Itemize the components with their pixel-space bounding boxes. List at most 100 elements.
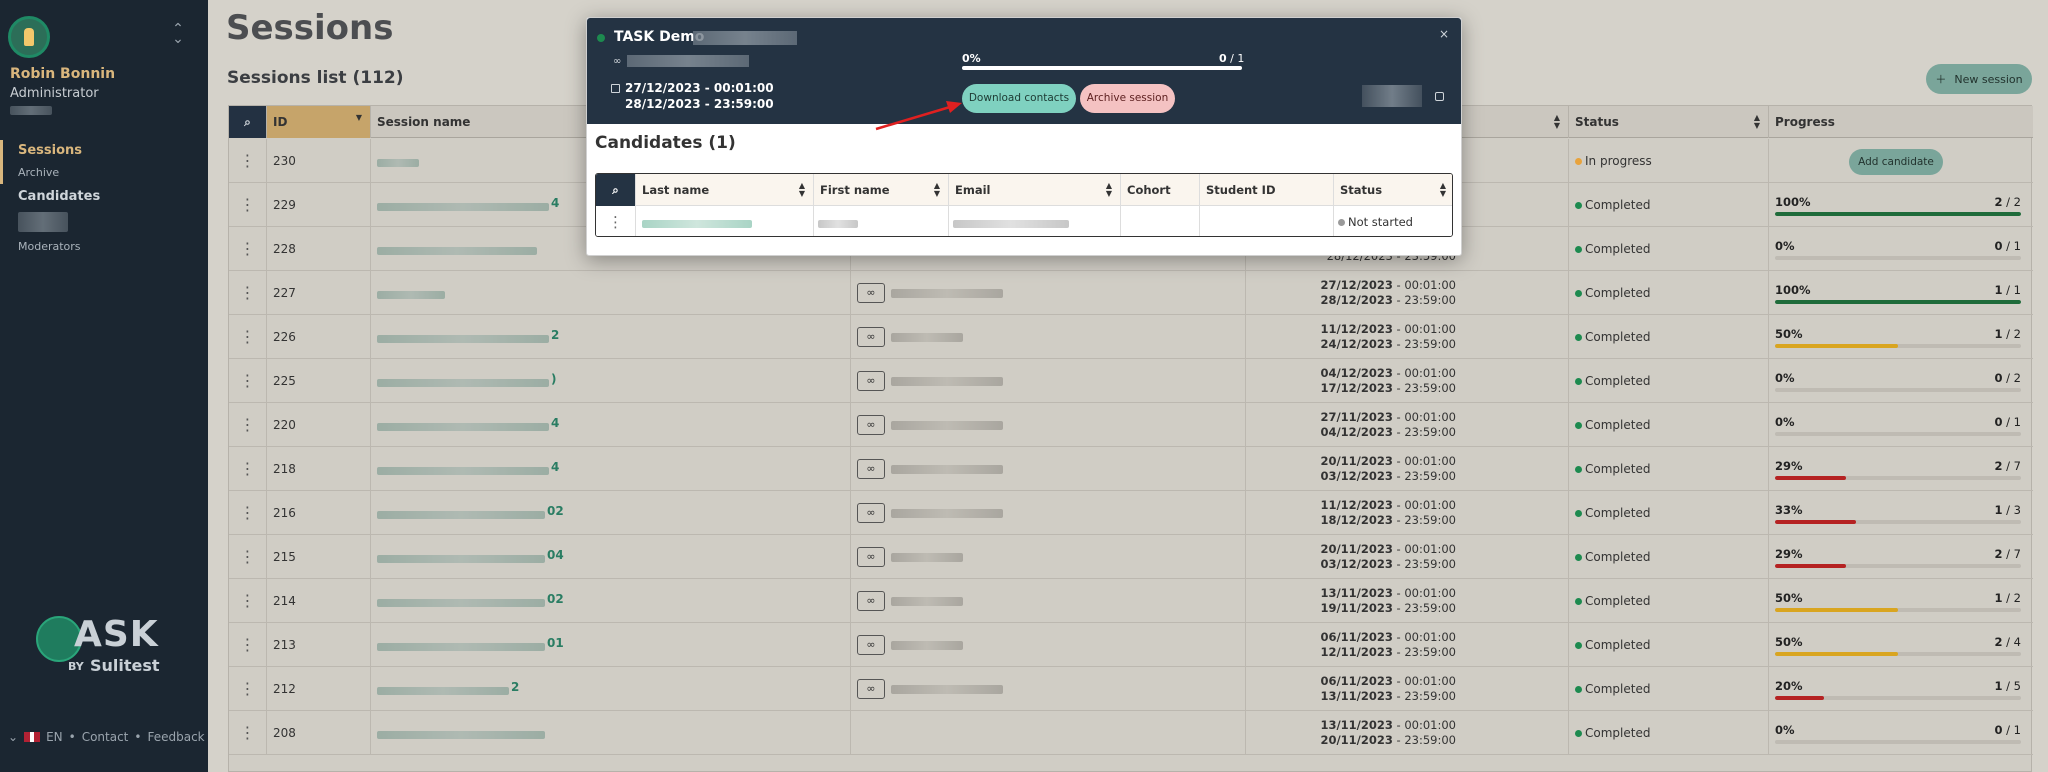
progress-total: 2 xyxy=(2013,371,2021,385)
session-status: Completed xyxy=(1569,491,1769,535)
nav-archive[interactable]: Archive xyxy=(18,166,59,179)
session-name[interactable]: 2 xyxy=(371,315,851,359)
session-name[interactable]: 4 xyxy=(371,447,851,491)
table-row[interactable]: ⋮ 226 2 ∞ 11/12/2023 - 00:01:00 24/12/2023 - … xyxy=(229,315,2033,359)
org-logo-icon[interactable] xyxy=(8,16,50,58)
candidates-title: Candidates (1) xyxy=(595,133,736,153)
nav-moderators[interactable]: Moderators xyxy=(18,240,81,253)
column-status[interactable]: Status ▲ ▼ xyxy=(1569,106,1769,138)
table-row[interactable]: ⋮ 218 4 ∞ 20/11/2023 - 00:01:00 03/12/2023 - … xyxy=(229,447,2033,491)
column-cohort-label: Cohort xyxy=(1127,183,1171,197)
nav-candidates[interactable]: Candidates xyxy=(18,189,100,204)
session-progress: 50% 2 / 4 xyxy=(1769,623,2033,667)
chevron-down-icon[interactable]: ⌄ xyxy=(8,730,18,744)
session-dates: 13/11/2023 - 00:01:00 19/11/2023 - 23:59:… xyxy=(1246,579,1569,623)
row-menu-icon[interactable]: ⋮ xyxy=(229,711,267,755)
sort-icon[interactable]: ▲ ▼ xyxy=(934,174,940,198)
table-row[interactable]: ⋮ 216 02 ∞ 11/12/2023 - 00:01:00 18/12/2023 -… xyxy=(229,491,2033,535)
candidate-row[interactable]: ⋮ Not started xyxy=(596,206,1452,236)
session-name[interactable]: 02 xyxy=(371,579,851,623)
row-menu-icon[interactable]: ⋮ xyxy=(229,491,267,535)
search-icon[interactable]: ⌕ xyxy=(596,174,636,206)
end-time: 23:59:00 xyxy=(1404,337,1456,351)
add-candidate-button[interactable]: Add candidate xyxy=(1849,149,1943,175)
row-menu-icon[interactable]: ⋮ xyxy=(229,623,267,667)
sort-icon[interactable]: ▲ ▼ xyxy=(1440,174,1446,198)
column-cohort[interactable]: Cohort xyxy=(1121,174,1200,206)
table-row[interactable]: ⋮ 227 ∞ 27/12/2023 - 00:01:00 28/12/2023 - 2… xyxy=(229,271,2033,315)
table-row[interactable]: ⋮ 213 01 ∞ 06/11/2023 - 00:01:00 12/11/2023 -… xyxy=(229,623,2033,667)
row-menu-icon[interactable]: ⋮ xyxy=(229,183,267,227)
column-student-id[interactable]: Student ID xyxy=(1200,174,1334,206)
session-name[interactable]: 02 xyxy=(371,491,851,535)
redacted-session-name xyxy=(377,599,545,607)
column-first-name[interactable]: First name ▲ ▼ xyxy=(814,174,949,206)
column-last-name[interactable]: Last name ▲ ▼ xyxy=(636,174,814,206)
status-label: Completed xyxy=(1585,726,1651,740)
separator: • xyxy=(134,730,142,744)
session-name[interactable]: 2 xyxy=(371,667,851,711)
table-row[interactable]: ⋮ 208 13/11/2023 - 00:01:00 20/11/2023 - 23… xyxy=(229,711,2033,755)
language-selector[interactable]: EN xyxy=(46,730,63,744)
redacted-nav-item[interactable] xyxy=(18,212,68,232)
end-date: 13/11/2023 xyxy=(1320,689,1393,703)
sort-icon[interactable]: ▲ ▼ xyxy=(1106,174,1112,198)
sort-desc-icon[interactable]: ▼ xyxy=(356,106,362,122)
session-name[interactable]: ) xyxy=(371,359,851,403)
row-menu-icon[interactable]: ⋮ xyxy=(229,447,267,491)
session-name[interactable]: 01 xyxy=(371,623,851,667)
row-menu-icon[interactable]: ⋮ xyxy=(229,403,267,447)
uk-flag-icon[interactable] xyxy=(24,732,41,742)
copy-icon[interactable] xyxy=(1435,92,1444,101)
logo-brand: Sulitest xyxy=(90,656,160,675)
table-row[interactable]: ⋮ 220 4 ∞ 27/11/2023 - 00:01:00 04/12/2023 - … xyxy=(229,403,2033,447)
status-dot xyxy=(1575,158,1582,165)
close-icon[interactable]: × xyxy=(1439,27,1449,41)
row-menu-icon[interactable]: ⋮ xyxy=(229,315,267,359)
row-menu-icon[interactable]: ⋮ xyxy=(229,535,267,579)
sort-icon[interactable]: ▲ ▼ xyxy=(1554,106,1560,130)
archive-session-button[interactable]: Archive session xyxy=(1080,84,1175,113)
table-row[interactable]: ⋮ 214 02 ∞ 13/11/2023 - 00:01:00 19/11/2023 -… xyxy=(229,579,2033,623)
progress-total: 2 xyxy=(2013,591,2021,605)
sort-icon[interactable]: ▲ ▼ xyxy=(1754,106,1760,130)
column-id[interactable]: ID ▼ xyxy=(267,106,371,138)
progress-bar-fill xyxy=(1775,652,1898,656)
session-name[interactable]: 04 xyxy=(371,535,851,579)
candidates-table: ⌕ Last name ▲ ▼ First name ▲ ▼ Email ▲ ▼ Co… xyxy=(595,173,1453,237)
start-date: 06/11/2023 xyxy=(1320,630,1393,644)
column-email[interactable]: Email ▲ ▼ xyxy=(949,174,1121,206)
redacted-session-name xyxy=(377,467,549,475)
table-row[interactable]: ⋮ 215 04 ∞ 20/11/2023 - 00:01:00 03/12/2023 -… xyxy=(229,535,2033,579)
table-row[interactable]: ⋮ 225) ∞ 04/12/2023 - 00:01:00 17/12/2023 - … xyxy=(229,359,2033,403)
table-row[interactable]: ⋮ 212 2 ∞ 06/11/2023 - 00:01:00 13/11/2023 - … xyxy=(229,667,2033,711)
download-contacts-button[interactable]: Download contacts xyxy=(962,84,1076,113)
session-name[interactable]: 4 xyxy=(371,403,851,447)
contact-link[interactable]: Contact xyxy=(82,730,129,744)
progress-count: 1 / 1 xyxy=(1994,283,2021,297)
session-progress-count: 0 / 1 xyxy=(1219,52,1245,65)
row-menu-icon[interactable]: ⋮ xyxy=(229,139,267,183)
row-menu-icon[interactable]: ⋮ xyxy=(596,206,636,236)
feedback-link[interactable]: Feedback xyxy=(147,730,204,744)
column-progress[interactable]: Progress xyxy=(1769,106,2033,138)
row-menu-icon[interactable]: ⋮ xyxy=(229,271,267,315)
session-name[interactable] xyxy=(371,711,851,755)
progress-percent: 29% xyxy=(1775,547,1803,561)
sort-icon[interactable]: ▲ ▼ xyxy=(799,174,805,198)
session-name[interactable] xyxy=(371,271,851,315)
row-menu-icon[interactable]: ⋮ xyxy=(229,227,267,271)
column-candidate-status[interactable]: Status ▲ ▼ xyxy=(1334,174,1452,206)
row-menu-icon[interactable]: ⋮ xyxy=(229,359,267,403)
session-progress: 50% 1 / 2 xyxy=(1769,579,2033,623)
session-status: Completed xyxy=(1569,535,1769,579)
candidate-email xyxy=(949,206,1121,236)
search-icon[interactable]: ⌕ xyxy=(229,106,267,138)
row-menu-icon[interactable]: ⋮ xyxy=(229,667,267,711)
new-session-button[interactable]: ＋ New session xyxy=(1926,64,2032,94)
row-menu-icon[interactable]: ⋮ xyxy=(229,579,267,623)
redacted-session-name xyxy=(377,555,545,563)
nav-sessions[interactable]: Sessions xyxy=(18,143,82,158)
session-progress-percent: 0% xyxy=(962,52,981,65)
switch-account-icon[interactable]: ⌃ ⌄ xyxy=(170,22,186,46)
